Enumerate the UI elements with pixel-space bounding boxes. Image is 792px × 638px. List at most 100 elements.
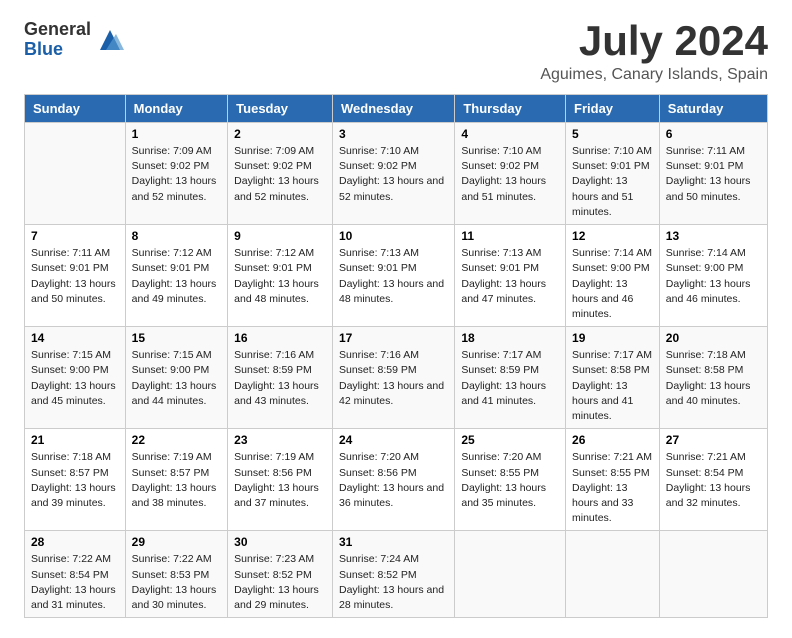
day-info: Sunrise: 7:12 AM Sunset: 9:01 PM Dayligh…	[132, 246, 222, 307]
logo-general-text: General	[24, 20, 91, 40]
day-number: 26	[572, 433, 653, 447]
day-info: Sunrise: 7:10 AM Sunset: 9:02 PM Dayligh…	[461, 144, 559, 205]
calendar-cell	[455, 531, 566, 618]
day-number: 8	[132, 229, 222, 243]
day-info: Sunrise: 7:23 AM Sunset: 8:52 PM Dayligh…	[234, 552, 326, 613]
calendar-week-row: 21 Sunrise: 7:18 AM Sunset: 8:57 PM Dayli…	[25, 429, 768, 531]
calendar-cell: 12 Sunrise: 7:14 AM Sunset: 9:00 PM Dayli…	[566, 225, 660, 327]
column-header-tuesday: Tuesday	[228, 95, 333, 123]
calendar-cell: 23Sunrise: 7:19 AM Sunset: 8:56 PM Dayli…	[228, 429, 333, 531]
calendar-cell: 21 Sunrise: 7:18 AM Sunset: 8:57 PM Dayli…	[25, 429, 126, 531]
day-number: 20	[666, 331, 761, 345]
calendar-cell: 27 Sunrise: 7:21 AM Sunset: 8:54 PM Dayli…	[659, 429, 767, 531]
day-number: 27	[666, 433, 761, 447]
calendar-cell: 13Sunrise: 7:14 AM Sunset: 9:00 PM Dayli…	[659, 225, 767, 327]
day-number: 11	[461, 229, 559, 243]
day-info: Sunrise: 7:22 AM Sunset: 8:54 PM Dayligh…	[31, 552, 119, 613]
logo-icon	[96, 26, 124, 54]
day-number: 9	[234, 229, 326, 243]
calendar-cell: 9 Sunrise: 7:12 AM Sunset: 9:01 PM Daylig…	[228, 225, 333, 327]
calendar-cell: 14 Sunrise: 7:15 AM Sunset: 9:00 PM Dayli…	[25, 327, 126, 429]
calendar-cell: 7 Sunrise: 7:11 AM Sunset: 9:01 PM Daylig…	[25, 225, 126, 327]
calendar-cell: 18Sunrise: 7:17 AM Sunset: 8:59 PM Dayli…	[455, 327, 566, 429]
calendar-cell: 19Sunrise: 7:17 AM Sunset: 8:58 PM Dayli…	[566, 327, 660, 429]
day-info: Sunrise: 7:22 AM Sunset: 8:53 PM Dayligh…	[132, 552, 222, 613]
calendar-cell: 24 Sunrise: 7:20 AM Sunset: 8:56 PM Dayli…	[333, 429, 455, 531]
day-number: 21	[31, 433, 119, 447]
day-number: 17	[339, 331, 448, 345]
logo: General Blue	[24, 20, 124, 60]
day-info: Sunrise: 7:11 AM Sunset: 9:01 PM Dayligh…	[31, 246, 119, 307]
day-info: Sunrise: 7:09 AM Sunset: 9:02 PM Dayligh…	[132, 144, 222, 205]
calendar-cell: 15 Sunrise: 7:15 AM Sunset: 9:00 PM Dayli…	[125, 327, 228, 429]
day-info: Sunrise: 7:16 AM Sunset: 8:59 PM Dayligh…	[234, 348, 326, 409]
column-header-wednesday: Wednesday	[333, 95, 455, 123]
day-info: Sunrise: 7:18 AM Sunset: 8:58 PM Dayligh…	[666, 348, 761, 409]
day-number: 6	[666, 127, 761, 141]
calendar-cell: 3 Sunrise: 7:10 AM Sunset: 9:02 PM Daylig…	[333, 123, 455, 225]
day-number: 19	[572, 331, 653, 345]
day-number: 15	[132, 331, 222, 345]
day-number: 2	[234, 127, 326, 141]
day-number: 28	[31, 535, 119, 549]
calendar-cell: 29 Sunrise: 7:22 AM Sunset: 8:53 PM Dayli…	[125, 531, 228, 618]
day-info: Sunrise: 7:09 AM Sunset: 9:02 PM Dayligh…	[234, 144, 326, 205]
day-number: 3	[339, 127, 448, 141]
day-info: Sunrise: 7:14 AM Sunset: 9:00 PM Dayligh…	[572, 246, 653, 322]
column-header-saturday: Saturday	[659, 95, 767, 123]
day-info: Sunrise: 7:20 AM Sunset: 8:56 PM Dayligh…	[339, 450, 448, 511]
page-header: General Blue July 2024 Aguimes, Canary I…	[24, 20, 768, 84]
day-info: Sunrise: 7:12 AM Sunset: 9:01 PM Dayligh…	[234, 246, 326, 307]
day-info: Sunrise: 7:15 AM Sunset: 9:00 PM Dayligh…	[31, 348, 119, 409]
column-header-sunday: Sunday	[25, 95, 126, 123]
calendar-cell: 5Sunrise: 7:10 AM Sunset: 9:01 PM Daylig…	[566, 123, 660, 225]
calendar-cell: 10Sunrise: 7:13 AM Sunset: 9:01 PM Dayli…	[333, 225, 455, 327]
day-number: 5	[572, 127, 653, 141]
calendar-cell: 2 Sunrise: 7:09 AM Sunset: 9:02 PM Daylig…	[228, 123, 333, 225]
calendar-cell	[659, 531, 767, 618]
calendar-week-row: 7 Sunrise: 7:11 AM Sunset: 9:01 PM Daylig…	[25, 225, 768, 327]
day-number: 29	[132, 535, 222, 549]
calendar-cell: 28 Sunrise: 7:22 AM Sunset: 8:54 PM Dayli…	[25, 531, 126, 618]
day-number: 30	[234, 535, 326, 549]
day-info: Sunrise: 7:18 AM Sunset: 8:57 PM Dayligh…	[31, 450, 119, 511]
calendar-body: 1Sunrise: 7:09 AM Sunset: 9:02 PM Daylig…	[25, 123, 768, 618]
day-number: 31	[339, 535, 448, 549]
calendar-week-row: 1Sunrise: 7:09 AM Sunset: 9:02 PM Daylig…	[25, 123, 768, 225]
month-year-title: July 2024	[540, 20, 768, 62]
day-number: 12	[572, 229, 653, 243]
calendar-cell: 11 Sunrise: 7:13 AM Sunset: 9:01 PM Dayli…	[455, 225, 566, 327]
day-number: 14	[31, 331, 119, 345]
day-number: 22	[132, 433, 222, 447]
day-info: Sunrise: 7:10 AM Sunset: 9:02 PM Dayligh…	[339, 144, 448, 205]
location-subtitle: Aguimes, Canary Islands, Spain	[540, 66, 768, 84]
day-info: Sunrise: 7:21 AM Sunset: 8:55 PM Dayligh…	[572, 450, 653, 526]
day-number: 4	[461, 127, 559, 141]
day-number: 16	[234, 331, 326, 345]
calendar-week-row: 28 Sunrise: 7:22 AM Sunset: 8:54 PM Dayli…	[25, 531, 768, 618]
day-number: 24	[339, 433, 448, 447]
logo-blue-text: Blue	[24, 40, 91, 60]
calendar-table: SundayMondayTuesdayWednesdayThursdayFrid…	[24, 94, 768, 618]
calendar-week-row: 14 Sunrise: 7:15 AM Sunset: 9:00 PM Dayli…	[25, 327, 768, 429]
day-info: Sunrise: 7:13 AM Sunset: 9:01 PM Dayligh…	[461, 246, 559, 307]
day-info: Sunrise: 7:17 AM Sunset: 8:59 PM Dayligh…	[461, 348, 559, 409]
day-info: Sunrise: 7:16 AM Sunset: 8:59 PM Dayligh…	[339, 348, 448, 409]
day-info: Sunrise: 7:14 AM Sunset: 9:00 PM Dayligh…	[666, 246, 761, 307]
title-section: July 2024 Aguimes, Canary Islands, Spain	[540, 20, 768, 84]
calendar-cell	[25, 123, 126, 225]
day-info: Sunrise: 7:13 AM Sunset: 9:01 PM Dayligh…	[339, 246, 448, 307]
day-info: Sunrise: 7:20 AM Sunset: 8:55 PM Dayligh…	[461, 450, 559, 511]
calendar-cell: 22Sunrise: 7:19 AM Sunset: 8:57 PM Dayli…	[125, 429, 228, 531]
calendar-cell: 30 Sunrise: 7:23 AM Sunset: 8:52 PM Dayli…	[228, 531, 333, 618]
header-row: SundayMondayTuesdayWednesdayThursdayFrid…	[25, 95, 768, 123]
day-info: Sunrise: 7:15 AM Sunset: 9:00 PM Dayligh…	[132, 348, 222, 409]
day-info: Sunrise: 7:19 AM Sunset: 8:56 PM Dayligh…	[234, 450, 326, 511]
day-number: 25	[461, 433, 559, 447]
day-info: Sunrise: 7:21 AM Sunset: 8:54 PM Dayligh…	[666, 450, 761, 511]
calendar-cell: 31Sunrise: 7:24 AM Sunset: 8:52 PM Dayli…	[333, 531, 455, 618]
day-number: 7	[31, 229, 119, 243]
calendar-cell	[566, 531, 660, 618]
calendar-cell: 26 Sunrise: 7:21 AM Sunset: 8:55 PM Dayli…	[566, 429, 660, 531]
calendar-header: SundayMondayTuesdayWednesdayThursdayFrid…	[25, 95, 768, 123]
